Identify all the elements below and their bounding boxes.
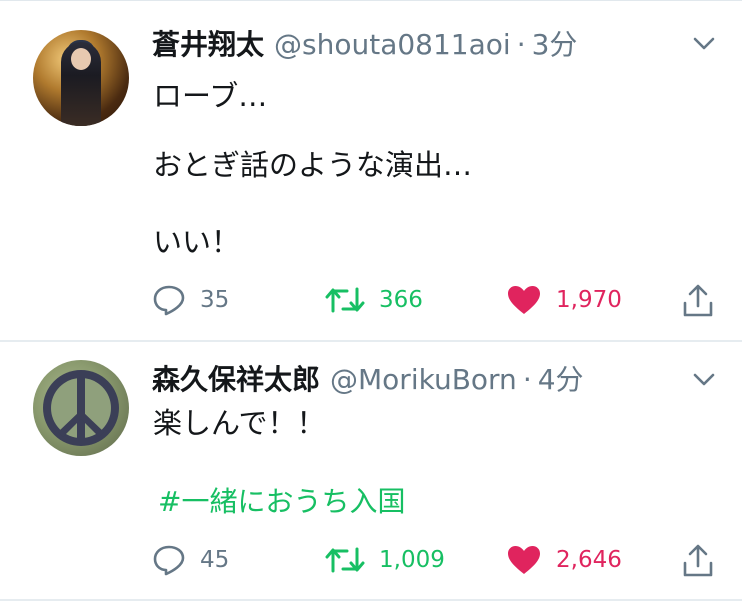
- timestamp[interactable]: 3分: [532, 28, 578, 61]
- share-button[interactable]: [681, 281, 729, 321]
- reply-icon: [153, 545, 185, 576]
- separator-dot: ·: [516, 28, 526, 61]
- display-name[interactable]: 蒼井翔太: [152, 28, 264, 61]
- tweet-text-line: おとぎ話のような演出…: [153, 148, 473, 182]
- separator-dot: ·: [522, 363, 532, 396]
- share-button[interactable]: [681, 541, 729, 581]
- heart-icon: [508, 286, 540, 314]
- avatar[interactable]: [33, 360, 129, 456]
- retweet-count: 1,009: [379, 547, 445, 573]
- reply-icon: [153, 285, 185, 316]
- display-name[interactable]: 森久保祥太郎: [152, 363, 320, 396]
- tweet-1[interactable]: 蒼井翔太 @shouta0811aoi · 3分 ローブ… おとぎ話のような演出… い…: [0, 0, 742, 341]
- user-handle[interactable]: @MorikuBorn: [330, 363, 517, 396]
- user-handle[interactable]: @shouta0811aoi: [274, 28, 511, 61]
- tweet-divider: [0, 340, 742, 342]
- reply-button[interactable]: 45: [152, 540, 229, 580]
- avatar[interactable]: [33, 30, 129, 126]
- tweet-text-line: ローブ…: [153, 79, 268, 113]
- share-icon: [683, 544, 713, 577]
- tweet-header: 森久保祥太郎 @MorikuBorn · 4分: [152, 363, 584, 397]
- like-button[interactable]: 1,970: [506, 280, 622, 320]
- reply-button[interactable]: 35: [152, 280, 229, 320]
- tweet-text-line: いい！: [153, 225, 241, 259]
- heart-icon: [508, 546, 540, 574]
- like-button[interactable]: 2,646: [506, 540, 622, 580]
- retweet-count: 366: [379, 287, 423, 313]
- like-count: 1,970: [556, 287, 622, 313]
- hashtag-link[interactable]: #一緒におうち入国: [158, 485, 405, 519]
- retweet-icon: [325, 287, 365, 313]
- retweet-icon: [325, 547, 365, 573]
- peace-sign-icon: [43, 370, 119, 446]
- chevron-down-icon[interactable]: [691, 30, 717, 56]
- timestamp[interactable]: 4分: [538, 363, 584, 396]
- tweet-divider: [0, 599, 742, 601]
- like-count: 2,646: [556, 547, 622, 573]
- share-icon: [683, 284, 713, 317]
- reply-count: 35: [200, 287, 230, 313]
- tweet-header: 蒼井翔太 @shouta0811aoi · 3分: [152, 28, 577, 62]
- retweet-button[interactable]: 366: [325, 280, 423, 320]
- reply-count: 45: [200, 547, 230, 573]
- chevron-down-icon[interactable]: [691, 366, 717, 392]
- retweet-button[interactable]: 1,009: [325, 540, 445, 580]
- tweet-text-line: 楽しんで！！: [153, 406, 326, 440]
